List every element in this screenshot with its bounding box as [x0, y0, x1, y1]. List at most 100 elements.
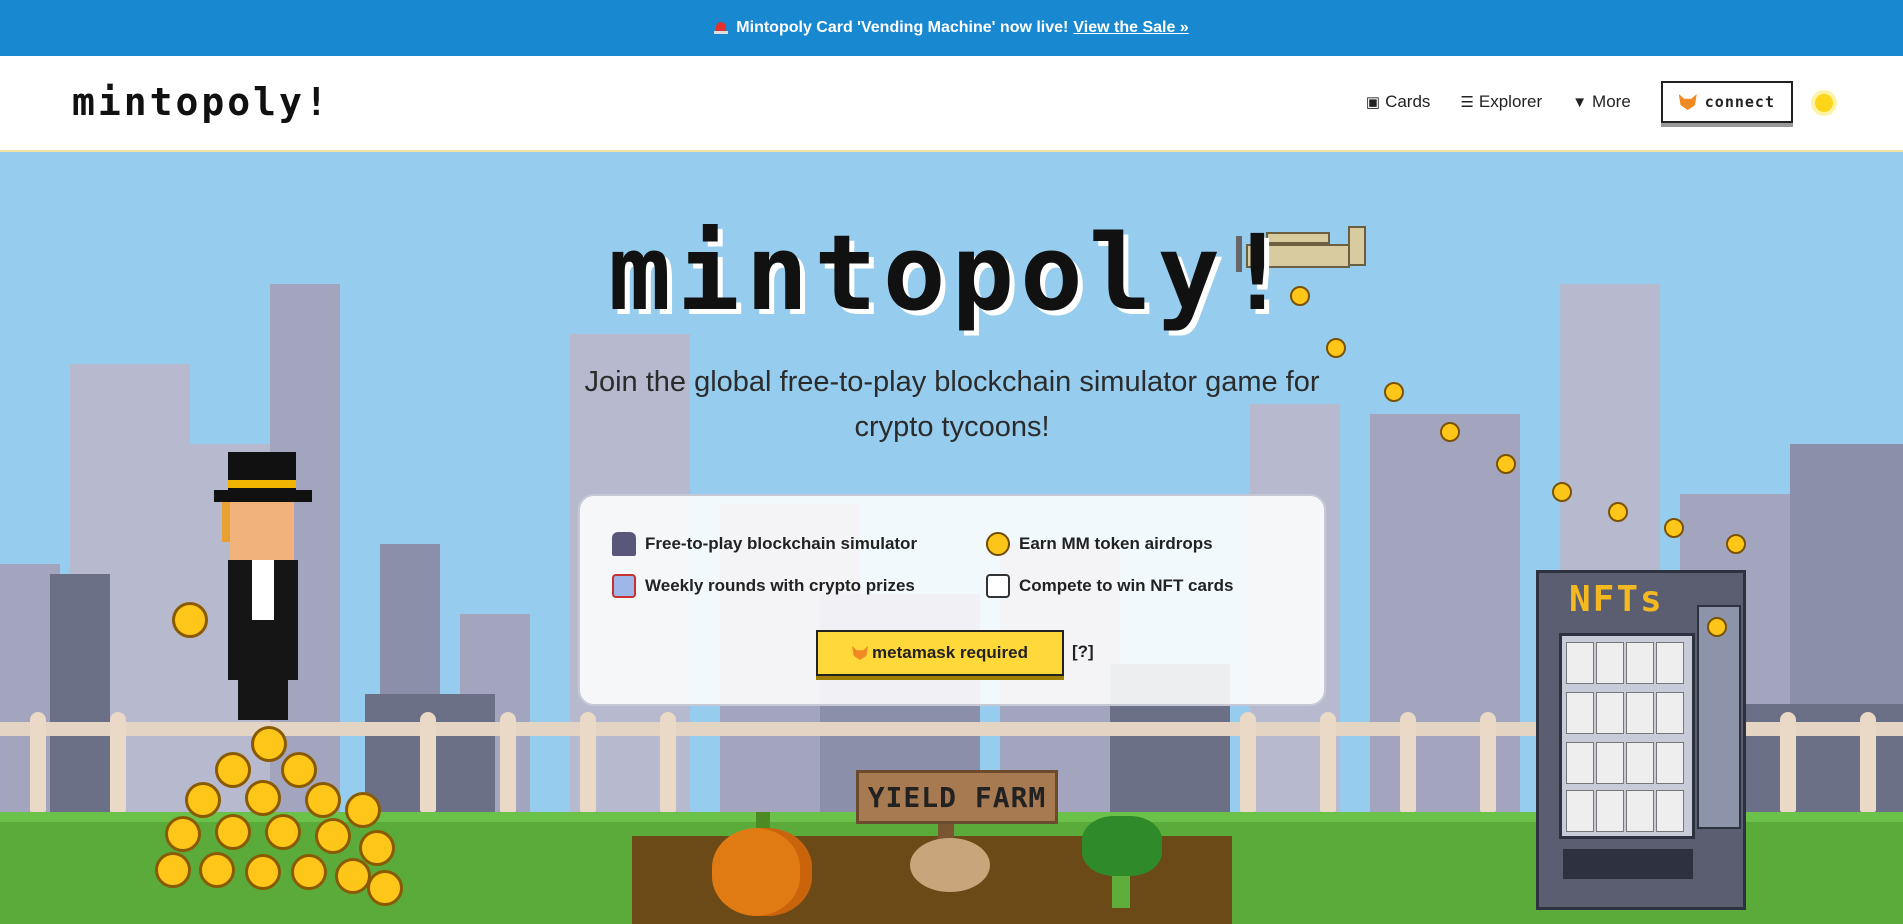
tycoon-hat-brim: [214, 490, 312, 502]
mm-coin-icon: [986, 532, 1010, 556]
features-panel: Free-to-play blockchain simulator Earn M…: [578, 494, 1326, 706]
site-logo[interactable]: mintopoly!: [72, 80, 331, 124]
mm-coin-icon: [199, 852, 235, 888]
fence-post: [1400, 712, 1416, 812]
fence-post: [420, 712, 436, 812]
nft-card-image: [1656, 742, 1684, 784]
feature-label: Compete to win NFT cards: [1019, 576, 1234, 595]
hero-tagline: Join the global free-to-play blockchain …: [584, 366, 1320, 443]
fence-post: [110, 712, 126, 812]
mm-coin-icon: [185, 782, 221, 818]
mm-coin-icon: [155, 852, 191, 888]
mm-coin-icon: [251, 726, 287, 762]
tycoon-hat-band: [228, 480, 296, 488]
potato-image: [910, 838, 990, 892]
mm-coin-icon: [1552, 482, 1572, 502]
mm-coin-icon: [1608, 502, 1628, 522]
siren-icon: [714, 21, 729, 35]
pumpkin-image: [712, 828, 812, 916]
mm-coin-icon: [245, 854, 281, 890]
nft-card-image: [1566, 790, 1594, 832]
feature-item: Weekly rounds with crypto prizes: [612, 574, 915, 598]
feature-label: Weekly rounds with crypto prizes: [645, 576, 915, 595]
mm-coin-icon: [335, 858, 371, 894]
mm-coin-icon: [215, 814, 251, 850]
fence-post: [1480, 712, 1496, 812]
nft-card-image: [1626, 790, 1654, 832]
nav-cards[interactable]: ▣ Cards: [1366, 92, 1431, 112]
tycoon-face: [230, 502, 294, 560]
nav-more-label: More: [1592, 92, 1631, 111]
feature-item: Compete to win NFT cards: [986, 574, 1233, 598]
fence-post: [580, 712, 596, 812]
connect-label: connect: [1704, 93, 1775, 111]
mm-coin-icon: [245, 780, 281, 816]
nft-card-image: [1566, 692, 1594, 734]
view-sale-link[interactable]: View the Sale »: [1073, 19, 1188, 37]
fence-post: [1860, 712, 1876, 812]
mm-coin-icon: [281, 752, 317, 788]
metamask-required-button[interactable]: metamask required: [816, 630, 1064, 676]
coin-pile: [155, 722, 403, 922]
connect-button[interactable]: connect: [1660, 81, 1793, 123]
fence-post: [1780, 712, 1796, 812]
mm-coin-icon: [1326, 338, 1346, 358]
feature-item: Earn MM token airdrops: [986, 532, 1213, 556]
fence-post: [1320, 712, 1336, 812]
nft-card-image: [1596, 692, 1624, 734]
nft-card-image: [1566, 642, 1594, 684]
mm-coin-icon: [345, 792, 381, 828]
fence-post: [1240, 712, 1256, 812]
nft-vending-machine: NFTs: [1536, 570, 1746, 910]
nft-card-image: [1626, 692, 1654, 734]
mm-coin-icon: [1384, 382, 1404, 402]
metamask-fox-icon: [852, 646, 869, 660]
hero-title: mintopoly!: [608, 212, 1295, 334]
nft-card-image: [1596, 642, 1624, 684]
nft-card-image: [1626, 642, 1654, 684]
mm-coin-icon: [305, 782, 341, 818]
mm-coin-icon: [265, 814, 301, 850]
fence-post: [30, 712, 46, 812]
card-icon: ▣: [1365, 94, 1381, 111]
help-link[interactable]: [?]: [1072, 642, 1094, 662]
tycoon-legs: [238, 680, 288, 720]
fence-post: [500, 712, 516, 812]
mm-coin-icon: [315, 818, 351, 854]
nft-card-icon: [986, 574, 1010, 598]
nav-explorer-label: Explorer: [1478, 92, 1543, 111]
mm-coin-icon: [367, 870, 403, 906]
metamask-fox-icon: [1678, 94, 1697, 110]
nft-card-image: [1566, 742, 1594, 784]
announcement-bar: Mintopoly Card 'Vending Machine' now liv…: [0, 0, 1903, 56]
nft-card-image: [1656, 790, 1684, 832]
nft-card-image: [1656, 692, 1684, 734]
mm-coin-icon: [172, 602, 208, 638]
nav-links: ▣ Cards ☰ Explorer ▼ More connect: [1366, 79, 1793, 125]
tycoon-shirt: [252, 560, 274, 620]
nav-more[interactable]: ▼ More: [1572, 92, 1631, 112]
yield-farm-sign: YIELD FARM: [856, 770, 1058, 824]
feature-label: Earn MM token airdrops: [1019, 534, 1213, 553]
theme-toggle-sun-icon[interactable]: [1815, 94, 1833, 112]
mm-coin-icon: [359, 830, 395, 866]
feature-item: Free-to-play blockchain simulator: [612, 532, 917, 556]
nft-card-image: [1596, 790, 1624, 832]
mm-coin-icon: [291, 854, 327, 890]
nft-card-image: [1596, 742, 1624, 784]
nav-explorer[interactable]: ☰ Explorer: [1460, 92, 1542, 112]
mm-coin-icon: [165, 816, 201, 852]
vending-glass: [1559, 633, 1695, 839]
fence-post: [660, 712, 676, 812]
joystick-icon: [612, 532, 636, 556]
broccoli-image: [1082, 816, 1162, 876]
list-icon: ☰: [1460, 94, 1474, 111]
vending-slot: [1563, 849, 1693, 879]
mm-coin-icon: [1664, 518, 1684, 538]
triangle-down-icon: ▼: [1572, 93, 1588, 111]
mm-coin-icon: [1707, 617, 1727, 637]
gift-icon: [612, 574, 636, 598]
vending-title: NFTs: [1569, 579, 1664, 620]
nft-card-image: [1656, 642, 1684, 684]
mm-coin-icon: [1726, 534, 1746, 554]
